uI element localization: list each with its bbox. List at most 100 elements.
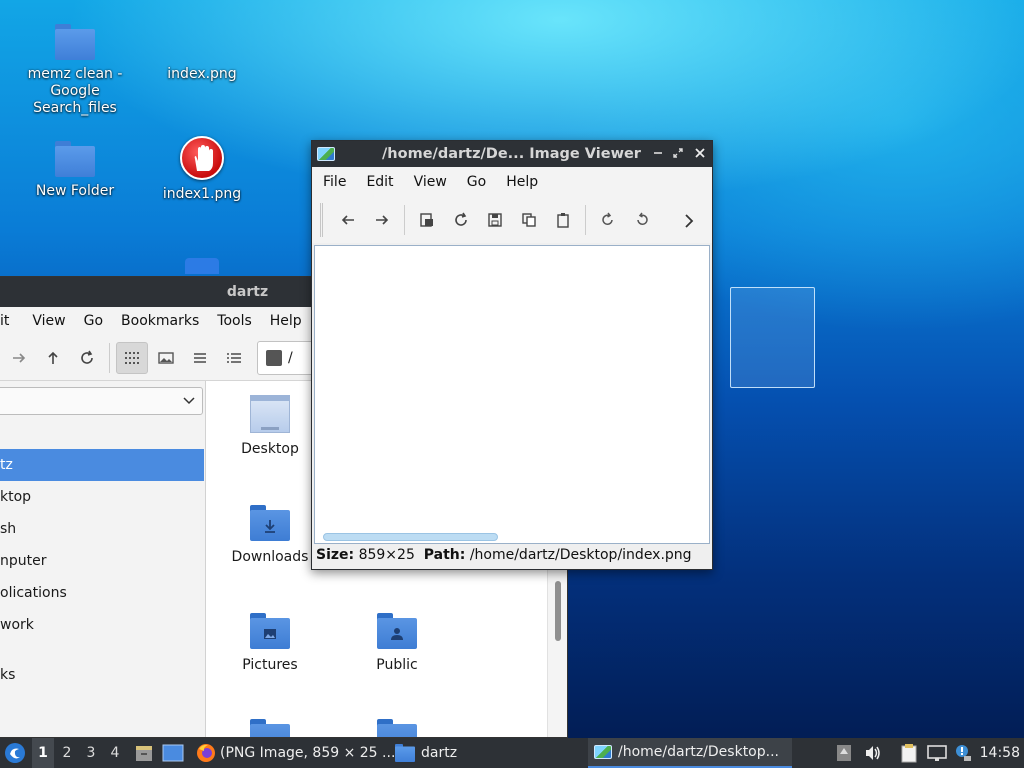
icon-view-button[interactable] [116,341,148,374]
file-item-label: Public [376,657,418,673]
sidebar-item-desktop[interactable]: ktop [0,481,204,513]
reload-button[interactable] [71,342,103,374]
desktop-icon-index-png[interactable]: index.png [152,24,252,83]
stop-hand-icon [180,136,224,180]
menu-help[interactable]: Help [496,174,548,190]
paste-button[interactable] [547,204,579,236]
save-as-button[interactable] [479,204,511,236]
copy-icon [522,213,536,227]
menu-go[interactable]: Go [75,313,112,329]
path-text: / [288,349,293,366]
start-menu-button[interactable] [4,738,26,768]
sidebar-item-network[interactable]: work [0,609,204,641]
tray-updates[interactable] [836,738,852,768]
copy-button[interactable] [513,204,545,236]
quicklaunch-show-desktop[interactable] [162,738,184,768]
tray-clipboard[interactable] [901,738,917,768]
toolbar-grip[interactable] [320,203,323,237]
menu-bookmarks[interactable]: Bookmarks [112,313,208,329]
window-title: /home/dartz/De... Image Viewer [382,146,641,162]
menu-view[interactable]: View [23,313,74,329]
open-file-button[interactable] [411,204,443,236]
clipboard-icon [901,744,917,763]
menu-file[interactable]: File [313,174,356,190]
toolbar-overflow-button[interactable] [673,205,705,237]
maximize-button[interactable] [668,144,688,164]
task-image-viewer[interactable]: /home/dartz/Desktop... [588,738,792,768]
rotate-counterclockwise-button[interactable] [626,204,658,236]
clock[interactable]: 14:58 [980,738,1020,768]
image-viewer-titlebar[interactable]: /home/dartz/De... Image Viewer [312,141,712,167]
file-item-desktop[interactable]: Desktop [215,395,325,457]
folder-icon [250,719,290,737]
file-item-partial[interactable] [215,719,325,737]
status-bar: Size: 859×25 Path: /home/dartz/Desktop/i… [316,547,692,563]
detail-list-icon [227,352,241,363]
previous-button[interactable] [332,204,364,236]
file-item-partial[interactable] [342,719,452,737]
close-button[interactable] [690,144,710,164]
horizontal-scrollbar[interactable] [321,531,705,541]
sidebar-item-applications[interactable]: olications [0,577,204,609]
quicklaunch-file-manager[interactable] [134,738,154,768]
arrow-left-icon [341,215,354,225]
menu-tools[interactable]: Tools [208,313,261,329]
workspace-4[interactable]: 4 [104,738,126,768]
updates-icon [837,745,851,761]
reload-button[interactable] [445,204,477,236]
sidebar-item-computer[interactable]: nputer [0,545,204,577]
sidebar: tz ktop sh nputer olications work ks [0,381,206,737]
compact-view-button[interactable] [184,342,216,374]
next-button[interactable] [366,204,398,236]
sidebar-mode-select[interactable] [0,387,203,415]
task-firefox[interactable]: (PNG Image, 859 × 25 ... [190,738,401,768]
up-button[interactable] [37,342,69,374]
sidebar-item-trash[interactable]: sh [0,513,204,545]
image-viewer-window[interactable]: /home/dartz/De... Image Viewer File Edit… [311,140,713,570]
task-file-manager[interactable]: dartz [389,738,463,768]
rotate-clockwise-button[interactable] [592,204,624,236]
desktop-icon-label: index.png [167,66,237,82]
desktop-icon-new-folder[interactable]: New Folder [25,141,125,200]
sidebar-item-bookmarks[interactable]: ks [0,659,204,691]
menu-edit[interactable]: Edit [356,174,403,190]
selection-rectangle [730,287,815,388]
open-file-icon [420,213,433,227]
file-item-pictures[interactable]: Pictures [215,613,325,673]
desktop-icon-label: memz clean - Google Search_files [27,66,123,116]
scrollbar-thumb[interactable] [323,533,498,541]
window-title: dartz [226,284,269,300]
folder-icon [377,719,417,737]
desktop-icon-memz-folder[interactable]: memz clean - Google Search_files [25,24,125,117]
toolbar-separator [585,205,586,235]
file-item-public[interactable]: Public [342,613,452,673]
tray-volume[interactable] [864,738,882,768]
menu-view[interactable]: View [404,174,457,190]
detailed-view-button[interactable] [218,342,250,374]
menu-help[interactable]: Help [261,313,311,329]
file-item-downloads[interactable]: Downloads [215,505,325,565]
tray-network[interactable] [927,738,947,768]
menu-edit[interactable]: it [0,313,18,329]
desktop-icon-index1-png[interactable]: index1.png [152,136,252,203]
folder-icon [55,141,95,177]
scrollbar-thumb[interactable] [555,581,561,641]
reload-icon [81,350,93,364]
menu-go[interactable]: Go [457,174,496,190]
taskbar: 1 2 3 4 (PNG Image, 859 × 25 ... dartz /… [0,738,1024,768]
workspace-3[interactable]: 3 [80,738,102,768]
task-label: (PNG Image, 859 × 25 ... [220,745,396,761]
workspace-switcher: 1 2 3 4 [32,738,126,768]
thumbnail-view-button[interactable] [150,342,182,374]
minimize-button[interactable] [648,144,668,164]
workspace-2[interactable]: 2 [56,738,78,768]
list-icon [194,352,206,363]
tray-notification[interactable] [954,738,972,768]
forward-button[interactable] [3,342,35,374]
image-canvas[interactable] [314,245,710,544]
image-viewer-icon [594,745,612,759]
chevron-right-icon [685,214,694,228]
workspace-1[interactable]: 1 [32,738,54,768]
doc-file-icon[interactable] [185,258,219,274]
sidebar-item-home[interactable]: tz [0,449,204,481]
